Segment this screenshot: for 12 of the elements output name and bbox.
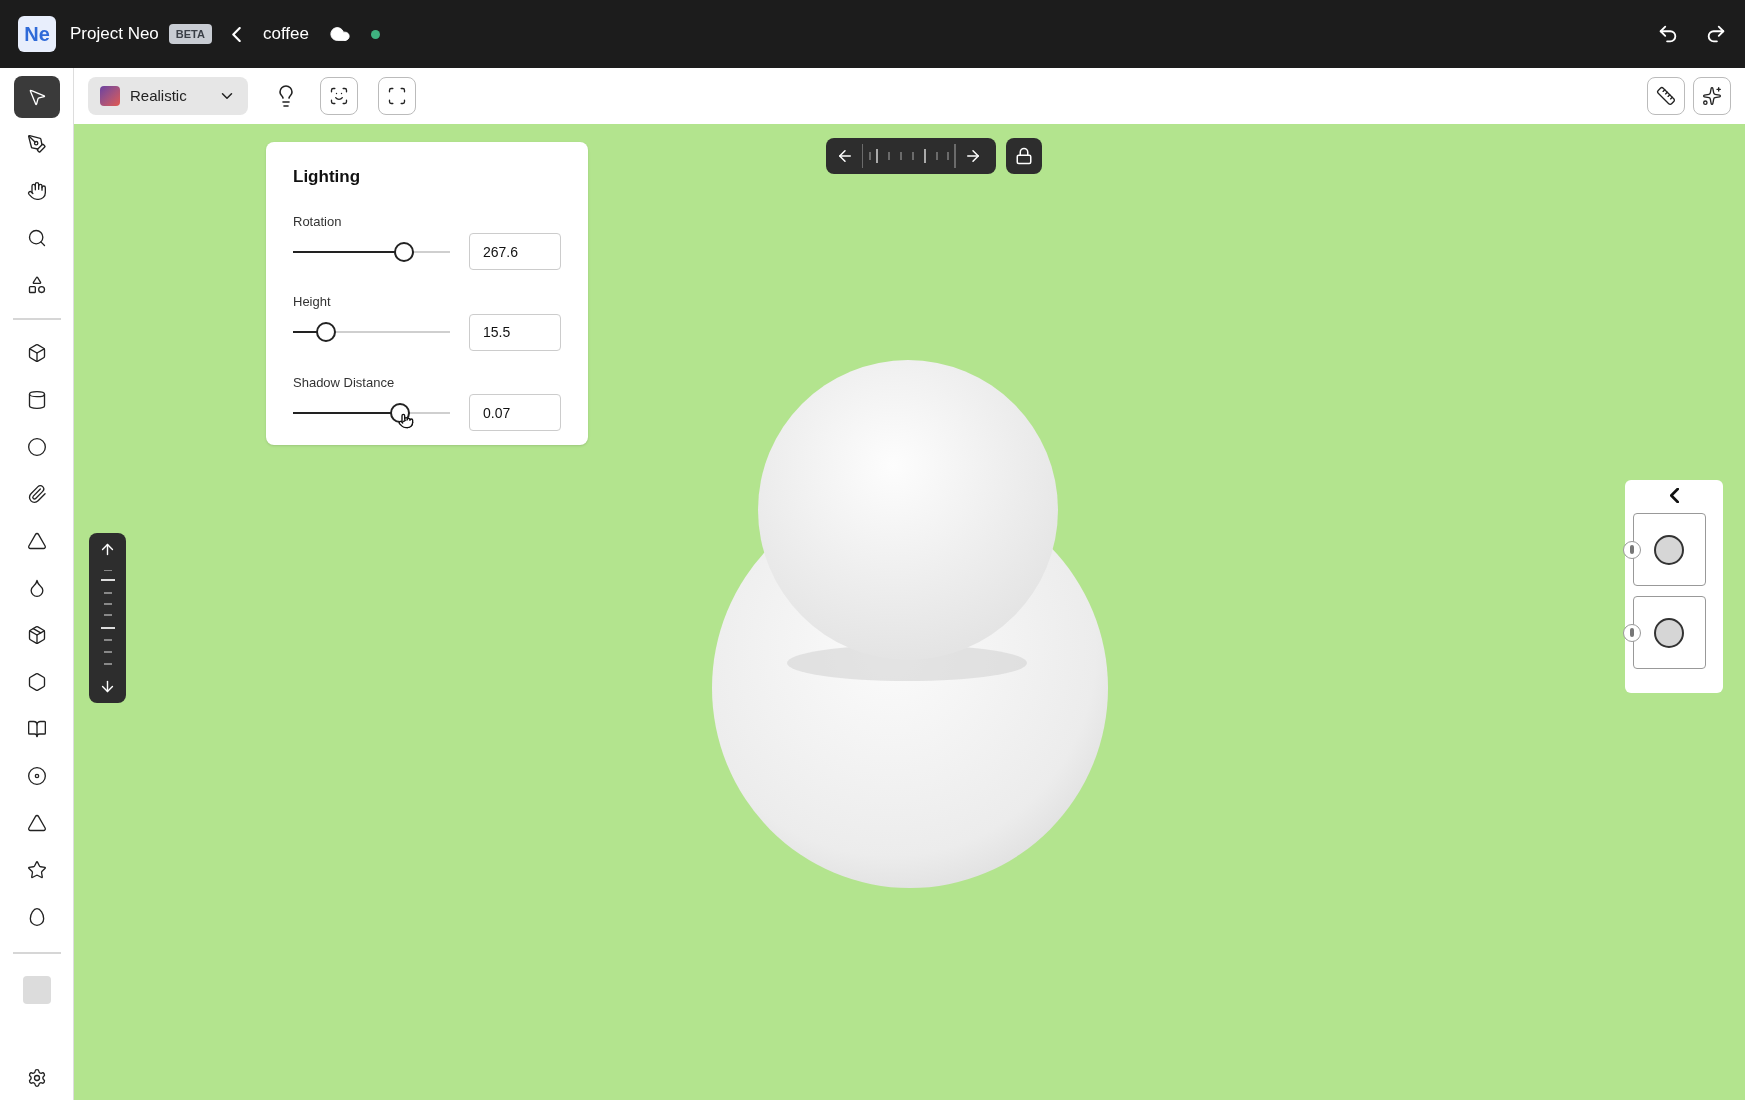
- slider-label: Height: [293, 293, 332, 311]
- value-field[interactable]: 267.6: [469, 233, 561, 270]
- render-mode-dropdown[interactable]: Realistic: [88, 77, 248, 115]
- value-field[interactable]: 15.5: [469, 313, 561, 351]
- slider-label: Shadow Distance: [293, 373, 396, 392]
- panel-title: Lighting: [293, 166, 362, 188]
- app-name: Project Neo: [70, 23, 159, 46]
- document-name: coffee: [262, 23, 309, 46]
- slider-label: Rotation: [293, 212, 343, 231]
- app-logo: Ne: [18, 16, 56, 52]
- beta-badge: BETA: [168, 23, 212, 45]
- value-field[interactable]: 0.07: [469, 394, 561, 431]
